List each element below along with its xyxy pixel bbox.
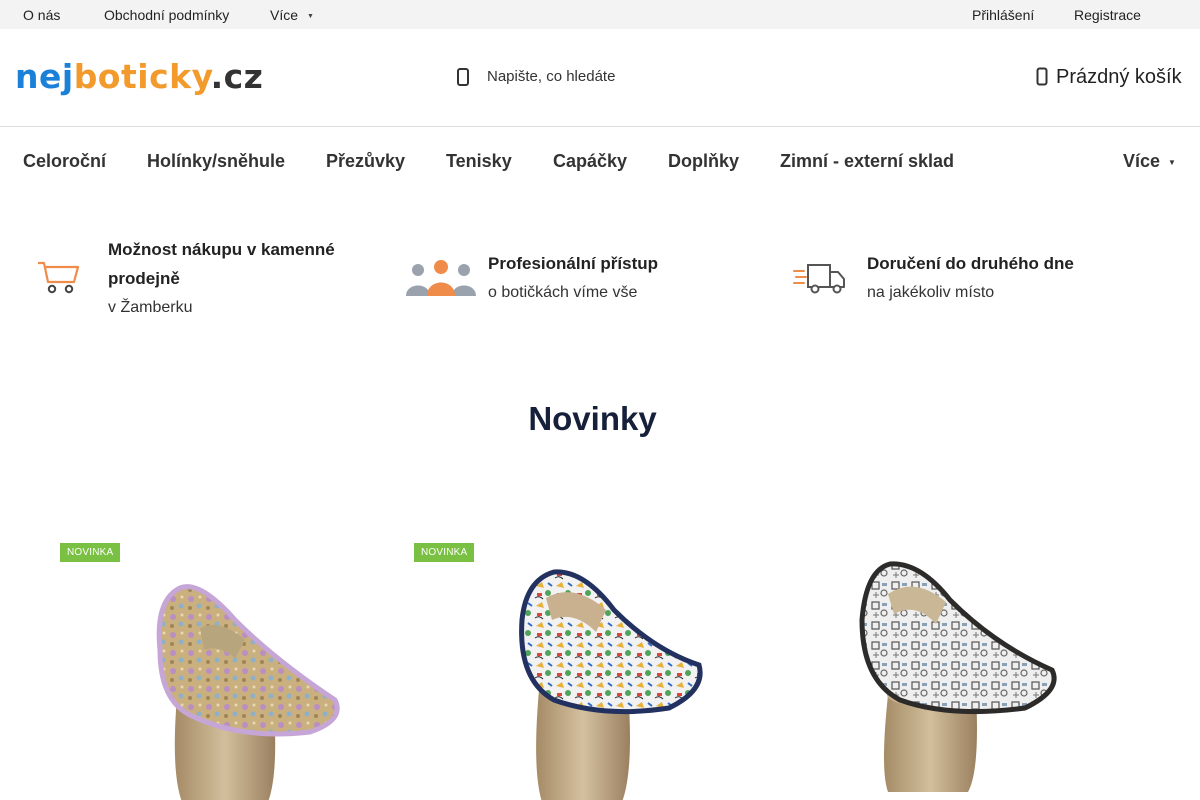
logo-part-cz: .cz [210,57,264,96]
people-group-icon [406,260,476,296]
product-card[interactable]: NOVINKA [414,540,754,800]
delivery-truck-icon [793,264,845,294]
nav-more-label: Více [1123,151,1161,171]
main-navigation: Celoroční Holínky/sněhule Přezůvky Tenis… [0,127,1200,195]
product-image [156,584,340,800]
product-card[interactable]: NOVINKA [60,540,400,800]
benefit-store-title: Možnost nákupu v kamenné prodejně [108,235,335,293]
site-header: nejboticky.cz Napište, co hledáte Prázdn… [0,29,1200,127]
nav-item-zimni[interactable]: Zimní - externí sklad [780,151,954,172]
register-link[interactable]: Registrace [1074,7,1141,23]
product-card[interactable] [770,540,1110,800]
topbar-link-terms[interactable]: Obchodní podmínky [104,7,229,23]
search-input[interactable]: Napište, co hledáte [450,59,810,95]
product-image [859,561,1057,792]
benefit-delivery-title: Doručení do druhého dne [867,254,1074,273]
benefit-store: Možnost nákupu v kamenné prodejně v Žamb… [30,232,370,332]
nav-item-tenisky[interactable]: Tenisky [446,151,512,172]
nav-more-menu[interactable]: Více ▼ [1123,151,1176,172]
search-icon [457,68,469,86]
benefit-store-title-line2: prodejně [108,269,180,288]
cart-icon [1036,67,1048,86]
top-bar: O nás Obchodní podmínky Více ▼ Přihlášení… [0,0,1200,29]
cart-label: Prázdný košík [1056,66,1182,88]
benefit-delivery: Doručení do druhého dne na jakékoliv mís… [790,232,1150,332]
site-logo[interactable]: nejboticky.cz [15,58,263,96]
search-placeholder: Napište, co hledáte [487,68,616,85]
benefit-professional-subtitle: o botičkách víme vše [488,284,638,301]
benefit-delivery-subtitle: na jakékoliv místo [867,284,995,301]
nav-item-celorocni[interactable]: Celoroční [23,151,106,172]
benefit-professional: Profesionální přístup o botičkách víme v… [400,232,760,332]
topbar-more-label: Více [270,7,299,23]
topbar-more-menu[interactable]: Více ▼ [270,7,314,23]
product-image [519,569,703,800]
nav-item-prezuvky[interactable]: Přezůvky [326,151,405,172]
shopping-cart-icon [38,261,80,294]
nav-item-capacky[interactable]: Capáčky [553,151,627,172]
section-title-novinky: Novinky [528,400,657,437]
benefit-store-subtitle: v Žamberku [108,299,193,316]
novinka-badge: NOVINKA [414,543,475,562]
nav-item-doplnky[interactable]: Doplňky [668,151,739,172]
benefit-professional-title: Profesionální přístup [488,254,659,273]
logo-part-boticky: boticky [73,57,211,96]
benefit-store-title-line1: Možnost nákupu v kamenné [108,240,335,259]
novinka-badge: NOVINKA [60,543,121,562]
chevron-down-icon: ▼ [307,12,314,20]
topbar-link-about[interactable]: O nás [23,7,60,23]
nav-item-holinky[interactable]: Holínky/sněhule [147,151,285,172]
chevron-down-icon: ▼ [1168,157,1176,167]
login-link[interactable]: Přihlášení [972,7,1034,23]
logo-part-nej: nej [15,57,74,96]
